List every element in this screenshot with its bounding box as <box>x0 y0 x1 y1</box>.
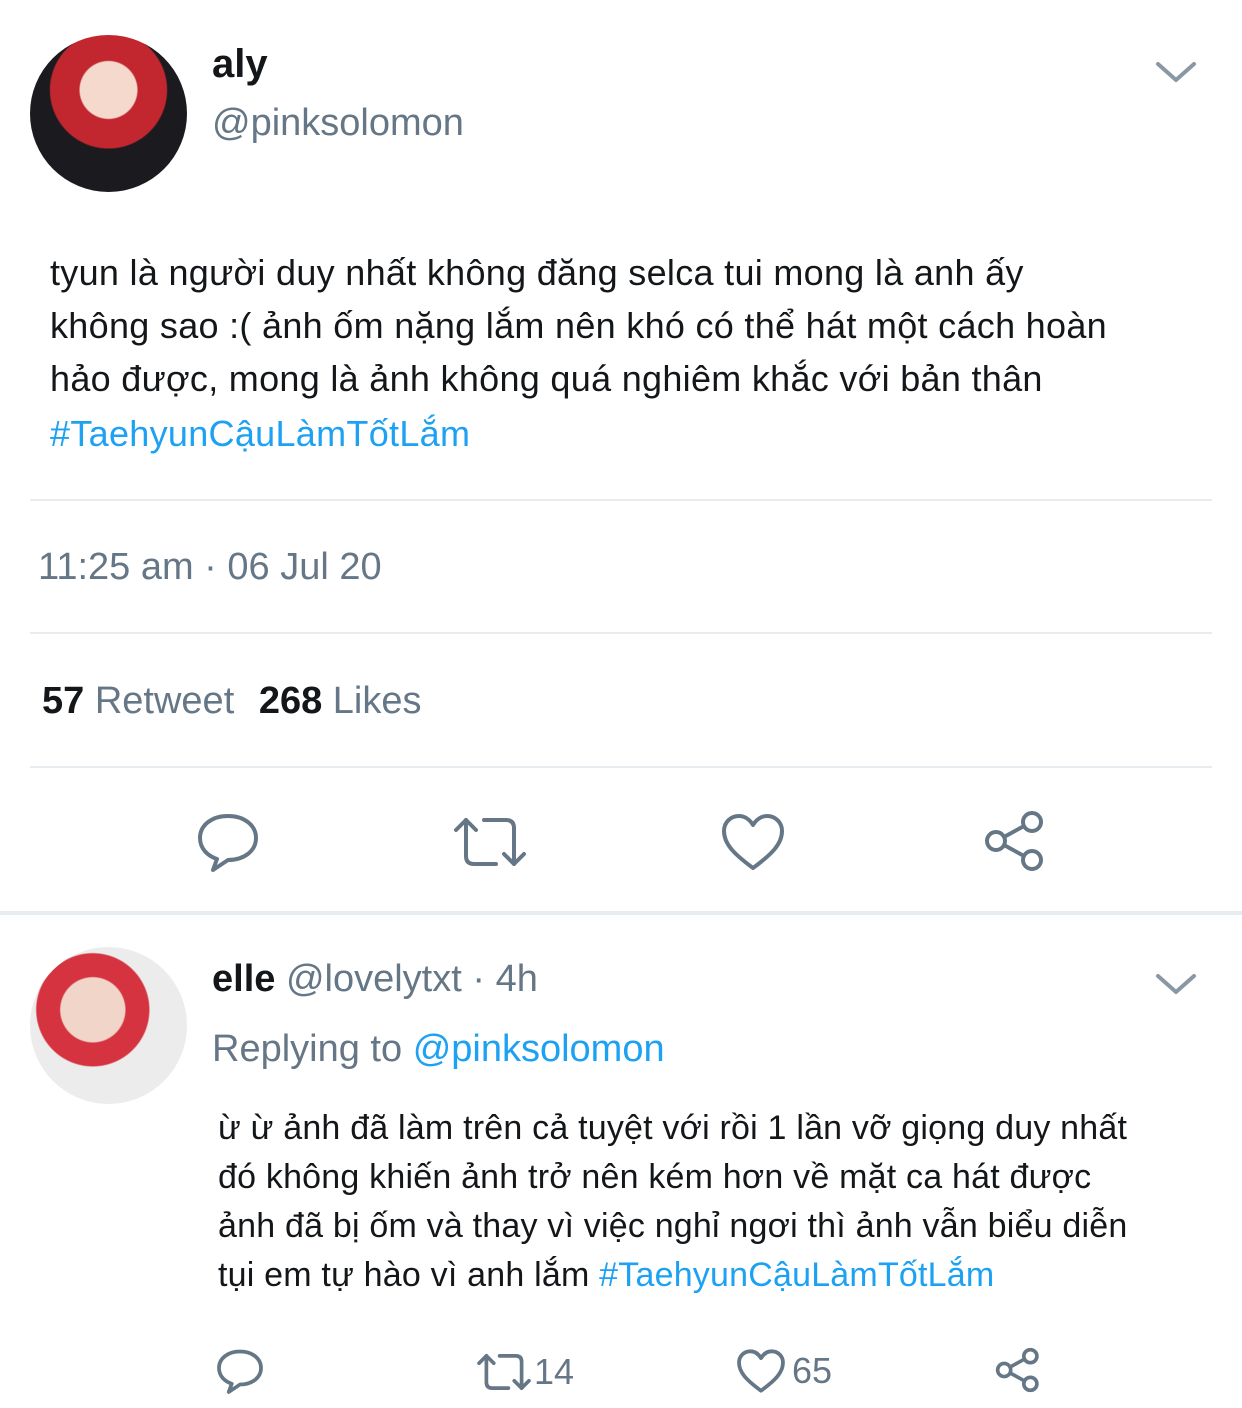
heart-icon <box>736 1348 786 1394</box>
tweet-line: tyun là người duy nhất không đăng selca … <box>50 252 1024 293</box>
chevron-down-icon[interactable] <box>1154 58 1198 86</box>
reply-icon[interactable] <box>196 810 260 874</box>
divider <box>30 766 1212 768</box>
reply-time: · 4h <box>472 958 538 1000</box>
share-icon[interactable] <box>982 808 1048 874</box>
author-avatar[interactable] <box>30 35 187 192</box>
retweet-count: 57 <box>42 680 85 722</box>
author-display-name[interactable]: aly <box>212 42 268 87</box>
like-stat[interactable]: 268 Likes <box>259 680 422 722</box>
reply-line: ừ ừ ảnh đã làm trên cả tuyệt với rồi 1 l… <box>218 1109 1128 1147</box>
reply-line: tụi em tự hào vì anh lắm #TaehyunCậuLàmT… <box>218 1251 1218 1300</box>
reply-line-text: tụi em tự hào vì anh lắm <box>218 1256 590 1294</box>
reply-display-name[interactable]: elle <box>212 958 275 1000</box>
reply-line: đó không khiến ảnh trở nên kém hơn về mặ… <box>218 1158 1092 1196</box>
reply-retweet-action[interactable]: 14 <box>476 1350 574 1394</box>
reply-like-count: 65 <box>792 1350 833 1391</box>
chevron-down-icon[interactable] <box>1154 970 1198 998</box>
retweet-stat[interactable]: 57 Retweet <box>42 680 245 722</box>
like-count: 268 <box>258 680 323 722</box>
replying-handle-link[interactable]: @pinksolomon <box>413 1028 665 1070</box>
reply-header: elle @lovelytxt · 4h <box>212 958 538 1001</box>
like-label: Likes <box>332 680 422 722</box>
tweet-line: không sao :( ảnh ốm nặng lắm nên khó có … <box>50 305 1107 346</box>
retweet-icon[interactable] <box>452 812 528 872</box>
reply-like-action[interactable]: 65 <box>736 1348 832 1394</box>
heart-icon[interactable] <box>720 812 786 872</box>
section-divider <box>0 911 1242 915</box>
author-handle[interactable]: @pinksolomon <box>212 102 464 145</box>
tweet-body: tyun là người duy nhất không đăng selca … <box>50 246 1220 460</box>
retweet-label: Retweet <box>94 680 235 722</box>
share-icon[interactable] <box>994 1346 1042 1394</box>
reply-line: ảnh đã bị ốm và thay vì việc nghỉ ngơi t… <box>218 1207 1128 1245</box>
divider <box>30 499 1212 501</box>
replying-to: Replying to @pinksolomon <box>212 1028 665 1071</box>
reply-body: ừ ừ ảnh đã làm trên cả tuyệt với rồi 1 l… <box>218 1104 1218 1300</box>
reply-icon[interactable] <box>216 1347 264 1395</box>
replying-label: Replying to <box>212 1028 403 1070</box>
reply-retweet-count: 14 <box>534 1351 575 1392</box>
divider <box>30 632 1212 634</box>
reply-handle[interactable]: @lovelytxt <box>286 958 462 1000</box>
retweet-icon <box>476 1350 532 1394</box>
tweet-timestamp: 11:25 am · 06 Jul 20 <box>38 546 382 588</box>
reply-author-avatar[interactable] <box>30 947 187 1104</box>
hashtag-link[interactable]: #TaehyunCậuLàmTốtLắm <box>50 407 1220 460</box>
engagement-stats: 57 Retweet 268 Likes <box>42 680 422 723</box>
tweet-line: hảo được, mong là ảnh không quá nghiêm k… <box>50 358 1043 399</box>
hashtag-link[interactable]: #TaehyunCậuLàmTốtLắm <box>599 1256 994 1294</box>
